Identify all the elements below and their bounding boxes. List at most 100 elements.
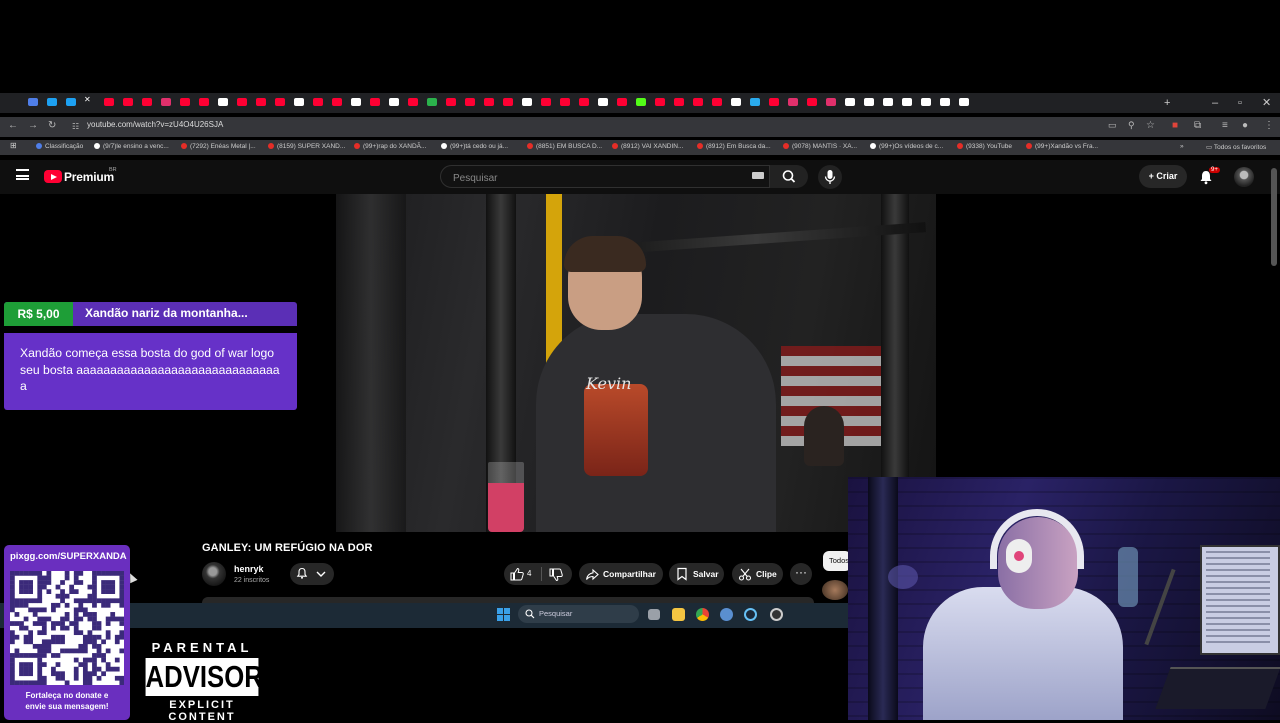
browser-tab[interactable] (541, 98, 551, 106)
minimize-button[interactable]: – (1212, 96, 1218, 110)
account-avatar[interactable] (1234, 167, 1254, 187)
browser-tab[interactable] (921, 98, 931, 106)
search-button[interactable] (770, 165, 808, 188)
browser-tab[interactable] (142, 98, 152, 106)
browser-tab[interactable] (845, 98, 855, 106)
bookmark-star-icon[interactable]: ☆ (1146, 120, 1155, 131)
browser-tab[interactable] (370, 98, 380, 106)
profile-icon[interactable]: ● (1242, 120, 1248, 131)
browser-tab[interactable] (769, 98, 779, 106)
browser-tab[interactable] (598, 98, 608, 106)
bookmark-item[interactable]: (99+)tá cedo ou já... (441, 143, 508, 150)
browser-tab[interactable] (28, 98, 38, 106)
cast-icon[interactable]: ▭ (1108, 120, 1117, 131)
browser-tab[interactable] (351, 98, 361, 106)
browser-tab[interactable] (712, 98, 722, 106)
active-tab-close-icon[interactable]: ✕ (84, 95, 94, 107)
bookmark-item[interactable]: (9078) MANTIS · XA... (783, 143, 857, 150)
browser-tab[interactable] (883, 98, 893, 106)
browser-tab[interactable] (199, 98, 209, 106)
recommended-thumbnail[interactable] (822, 580, 848, 600)
apps-grid-icon[interactable]: ⊞ (10, 141, 17, 150)
settings-icon[interactable] (720, 608, 733, 621)
browser-tab[interactable] (389, 98, 399, 106)
browser-tab[interactable] (427, 98, 437, 106)
clip-button[interactable]: Clipe (732, 563, 783, 585)
browser-tab[interactable] (294, 98, 304, 106)
forward-icon[interactable]: → (28, 120, 38, 131)
bookmark-item[interactable]: (8912) Em Busca da... (697, 143, 771, 150)
browser-tab[interactable] (959, 98, 969, 106)
more-bookmarks-icon[interactable]: » (1180, 143, 1184, 150)
maximize-button[interactable]: ▫ (1238, 96, 1242, 110)
browser-tab[interactable] (522, 98, 532, 106)
zoom-icon[interactable]: ⚲ (1128, 120, 1135, 131)
browser-tab[interactable] (807, 98, 817, 106)
channel-name[interactable]: henryk (234, 564, 264, 574)
new-tab-button[interactable]: + (1164, 96, 1170, 110)
youtube-logo-icon[interactable] (44, 170, 62, 183)
hamburger-menu-icon[interactable] (16, 169, 29, 180)
browser-tab[interactable] (655, 98, 665, 106)
extension-icon[interactable]: ■ (1172, 120, 1178, 131)
side-panel-icon[interactable]: ≡ (1222, 120, 1228, 131)
browser-tab[interactable] (408, 98, 418, 106)
extensions-puzzle-icon[interactable]: ⧉ (1194, 120, 1201, 131)
browser-tab[interactable] (104, 98, 114, 106)
steam-icon[interactable] (744, 608, 757, 621)
browser-tab[interactable] (579, 98, 589, 106)
url-field[interactable]: youtube.com/watch?v=zU4O4U26SJA (87, 120, 223, 129)
voice-search-button[interactable] (818, 165, 842, 189)
browser-tab[interactable] (465, 98, 475, 106)
browser-tab[interactable] (484, 98, 494, 106)
filter-chip-all[interactable]: Todos (823, 551, 851, 571)
bookmark-item[interactable]: (7292) Enéas Metal |... (181, 143, 256, 150)
site-info-icon[interactable]: ☷ (72, 122, 79, 131)
browser-tab[interactable] (617, 98, 627, 106)
browser-tab[interactable] (864, 98, 874, 106)
browser-tab[interactable] (731, 98, 741, 106)
youtube-brand[interactable]: Premium (64, 170, 114, 184)
keyboard-icon[interactable] (752, 172, 764, 179)
bookmark-item[interactable]: (8912) VAI XANDIN... (612, 143, 683, 150)
browser-tab[interactable] (123, 98, 133, 106)
browser-tab[interactable] (940, 98, 950, 106)
windows-start-icon[interactable] (497, 608, 510, 621)
subscribe-bell-button[interactable] (290, 563, 334, 585)
thumbs-up-icon[interactable] (509, 566, 525, 582)
chrome-icon[interactable] (696, 608, 709, 621)
browser-tab[interactable] (275, 98, 285, 106)
all-bookmarks-folder[interactable]: ▭ Todos os favoritos (1206, 143, 1266, 151)
bookmark-item[interactable]: (8851) EM BUSCA D... (527, 143, 602, 150)
save-button[interactable]: Salvar (669, 563, 724, 585)
thumbs-down-icon[interactable] (548, 567, 564, 583)
browser-tab[interactable] (674, 98, 684, 106)
browser-menu-icon[interactable]: ⋮ (1264, 120, 1274, 131)
browser-tab[interactable] (902, 98, 912, 106)
browser-tab[interactable] (560, 98, 570, 106)
reload-icon[interactable]: ↻ (48, 120, 56, 131)
browser-tab[interactable] (826, 98, 836, 106)
browser-tab[interactable] (693, 98, 703, 106)
browser-tab[interactable] (446, 98, 456, 106)
browser-tab[interactable] (180, 98, 190, 106)
browser-tab[interactable] (161, 98, 171, 106)
bookmark-item[interactable]: (8159) SUPER XAND... (268, 143, 345, 150)
task-view-icon[interactable] (648, 609, 660, 620)
share-button[interactable]: Compartilhar (579, 563, 663, 585)
browser-tab[interactable] (237, 98, 247, 106)
browser-tab[interactable] (788, 98, 798, 106)
bookmark-item[interactable]: (99+)rap do XANDÃ... (354, 143, 426, 150)
search-input[interactable] (451, 170, 745, 186)
obs-icon[interactable] (770, 608, 783, 621)
bookmark-item[interactable]: (9/7)le ensino a venc... (94, 143, 169, 150)
bookmark-item[interactable]: (9338) YouTube (957, 143, 1012, 150)
taskbar-search[interactable]: Pesquisar (518, 605, 639, 623)
channel-avatar[interactable] (202, 562, 226, 586)
create-button[interactable]: + Criar (1139, 165, 1187, 188)
browser-tab[interactable] (332, 98, 342, 106)
more-actions-icon[interactable]: ··· (790, 563, 812, 585)
back-icon[interactable]: ← (8, 120, 18, 131)
bookmark-item[interactable]: Classificação (36, 143, 83, 150)
browser-tab[interactable] (256, 98, 266, 106)
